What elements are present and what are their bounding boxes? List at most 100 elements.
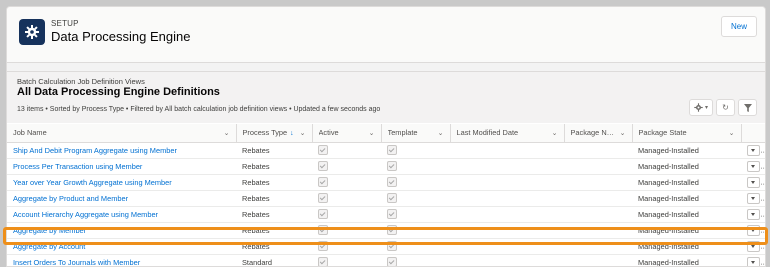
row-menu-button[interactable] xyxy=(747,257,760,267)
package-name-cell xyxy=(564,238,632,254)
row-menu-button[interactable] xyxy=(747,193,760,204)
chevron-down-icon[interactable]: ⌄ xyxy=(224,129,230,137)
page-title: Data Processing Engine xyxy=(51,29,190,44)
last-modified-cell xyxy=(450,254,564,267)
package-state-cell: Managed-Installed xyxy=(632,222,741,238)
active-cell xyxy=(312,158,381,174)
package-name-cell xyxy=(564,174,632,190)
job-name-link[interactable]: Aggregate by Account xyxy=(7,238,236,254)
table-row: Insert Orders To Journals with Member St… xyxy=(7,254,765,267)
chevron-down-icon[interactable]: ⌄ xyxy=(552,129,558,137)
package-state-cell: Managed-Installed xyxy=(632,158,741,174)
chevron-down-icon[interactable]: ⌄ xyxy=(300,129,306,137)
active-checkbox xyxy=(318,161,328,171)
column-header-package-state[interactable]: Package State⌄ xyxy=(632,124,741,142)
active-cell xyxy=(312,254,381,267)
column-header-job-name[interactable]: Job Name⌄ xyxy=(7,124,236,142)
row-menu-button[interactable] xyxy=(747,177,760,188)
row-menu-button[interactable] xyxy=(747,209,760,220)
column-header-process-type[interactable]: Process Type↓⌄ xyxy=(236,124,312,142)
column-header-template[interactable]: Template⌄ xyxy=(381,124,450,142)
package-name-cell xyxy=(564,142,632,158)
process-type-cell: Rebates xyxy=(236,206,312,222)
job-name-link[interactable]: Account Hierarchy Aggregate using Member xyxy=(7,206,236,222)
list-view-title[interactable]: All Data Processing Engine Definitions xyxy=(17,86,220,98)
template-checkbox xyxy=(387,241,397,251)
job-name-link[interactable]: Process Per Transaction using Member xyxy=(7,158,236,174)
package-name-cell xyxy=(564,222,632,238)
template-cell xyxy=(381,142,450,158)
template-checkbox xyxy=(387,209,397,219)
template-checkbox xyxy=(387,145,397,155)
last-modified-cell xyxy=(450,158,564,174)
template-checkbox xyxy=(387,225,397,235)
package-name-cell xyxy=(564,158,632,174)
row-actions-cell xyxy=(741,254,765,267)
job-name-link[interactable]: Year over Year Growth Aggregate using Me… xyxy=(7,174,236,190)
row-actions-cell xyxy=(741,142,765,158)
template-checkbox xyxy=(387,193,397,203)
setup-header: SETUP Data Processing Engine New xyxy=(7,7,765,63)
row-menu-button[interactable] xyxy=(747,145,760,156)
new-button[interactable]: New xyxy=(721,16,757,37)
package-name-cell xyxy=(564,254,632,267)
process-type-cell: Rebates xyxy=(236,174,312,190)
active-checkbox xyxy=(318,177,328,187)
last-modified-cell xyxy=(450,206,564,222)
row-menu-button[interactable] xyxy=(747,241,760,252)
active-checkbox xyxy=(318,209,328,219)
job-name-link[interactable]: Insert Orders To Journals with Member xyxy=(7,254,236,267)
table-row: Aggregate by Product and Member Rebates … xyxy=(7,190,765,206)
row-actions-cell xyxy=(741,206,765,222)
row-menu-button[interactable] xyxy=(747,161,760,172)
template-cell xyxy=(381,174,450,190)
active-cell xyxy=(312,222,381,238)
active-cell xyxy=(312,190,381,206)
process-type-cell: Rebates xyxy=(236,190,312,206)
table-row: Year over Year Growth Aggregate using Me… xyxy=(7,174,765,190)
column-header-last-modified[interactable]: Last Modified Date⌄ xyxy=(450,124,564,142)
app-frame: SETUP Data Processing Engine New Batch C… xyxy=(6,6,766,267)
arrow-down-icon: ↓ xyxy=(290,130,294,137)
process-type-cell: Rebates xyxy=(236,222,312,238)
template-cell xyxy=(381,190,450,206)
chevron-down-icon[interactable]: ⌄ xyxy=(438,129,444,137)
template-cell xyxy=(381,158,450,174)
chevron-down-icon[interactable]: ⌄ xyxy=(369,129,375,137)
list-view-meta: 13 items • Sorted by Process Type • Filt… xyxy=(17,106,380,113)
active-cell xyxy=(312,206,381,222)
active-cell xyxy=(312,142,381,158)
row-actions-cell xyxy=(741,158,765,174)
chevron-down-icon[interactable]: ⌄ xyxy=(620,129,626,137)
refresh-icon: ↻ xyxy=(722,103,729,112)
table-row: Aggregate by Member Rebates Managed-Inst… xyxy=(7,222,765,238)
row-menu-button[interactable] xyxy=(747,225,760,236)
data-table: Job Name⌄ Process Type↓⌄ Active⌄ Templat… xyxy=(7,124,765,267)
process-type-cell: Rebates xyxy=(236,142,312,158)
package-name-cell xyxy=(564,206,632,222)
template-cell xyxy=(381,238,450,254)
job-name-link[interactable]: Aggregate by Product and Member xyxy=(7,190,236,206)
column-header-package-name[interactable]: Package Na...⌄ xyxy=(564,124,632,142)
setup-kicker: SETUP xyxy=(51,19,79,28)
filter-button[interactable] xyxy=(738,99,757,116)
job-name-link[interactable]: Aggregate by Member xyxy=(7,222,236,238)
list-view-kicker: Batch Calculation Job Definition Views xyxy=(17,77,145,86)
package-state-cell: Managed-Installed xyxy=(632,254,741,267)
table-header-row: Job Name⌄ Process Type↓⌄ Active⌄ Templat… xyxy=(7,124,765,142)
package-state-cell: Managed-Installed xyxy=(632,142,741,158)
list-settings-button[interactable]: ▾ xyxy=(689,99,713,116)
template-checkbox xyxy=(387,161,397,171)
chevron-down-icon: ▾ xyxy=(705,104,708,111)
active-checkbox xyxy=(318,241,328,251)
refresh-button[interactable]: ↻ xyxy=(716,99,735,116)
package-state-cell: Managed-Installed xyxy=(632,190,741,206)
template-cell xyxy=(381,222,450,238)
filter-icon xyxy=(744,104,752,112)
active-checkbox xyxy=(318,145,328,155)
template-cell xyxy=(381,254,450,267)
chevron-down-icon[interactable]: ⌄ xyxy=(729,129,735,137)
job-name-link[interactable]: Ship And Debit Program Aggregate using M… xyxy=(7,142,236,158)
column-header-active[interactable]: Active⌄ xyxy=(312,124,381,142)
active-checkbox xyxy=(318,257,328,267)
